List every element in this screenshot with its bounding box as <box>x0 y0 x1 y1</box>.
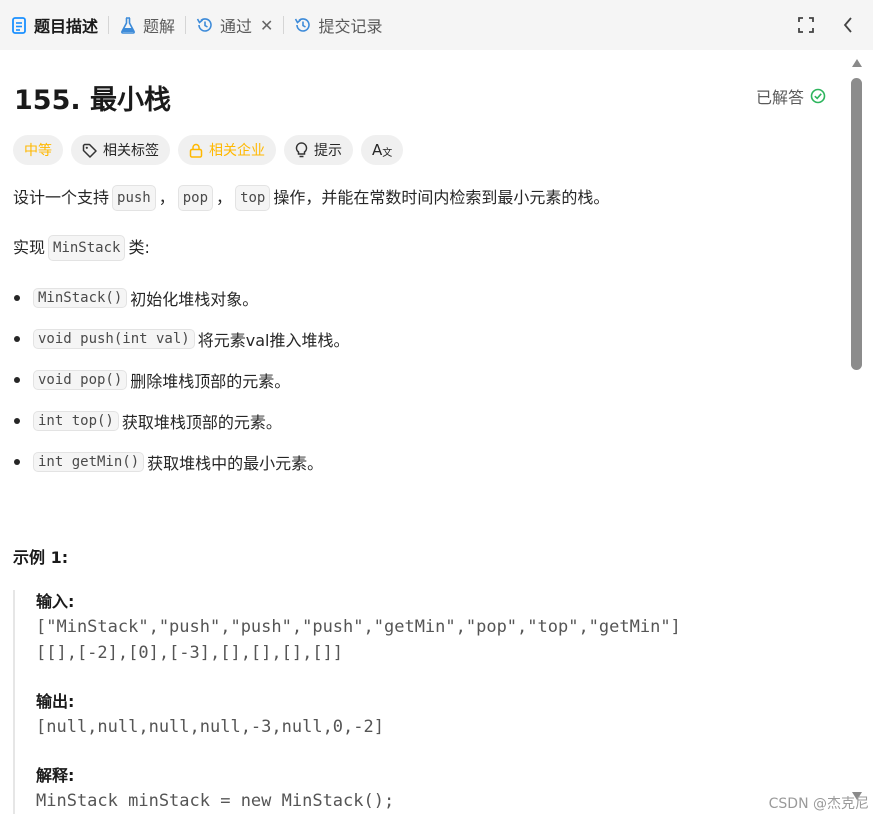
input-label: 输入: <box>36 592 75 611</box>
tab-solutions[interactable]: 题解 <box>109 0 185 50</box>
flask-icon <box>119 16 137 34</box>
tab-description-label: 题目描述 <box>34 17 99 36</box>
history-icon <box>196 16 214 34</box>
list-item: void push(int val) 将元素val推入堆栈。 <box>13 318 835 359</box>
tab-description[interactable]: 题目描述 <box>0 0 108 50</box>
translate-icon: A文 <box>372 141 393 159</box>
inline-code: push <box>112 185 156 211</box>
tab-accepted[interactable]: 通过 ✕ <box>186 0 283 50</box>
input-line: [[],[-2],[0],[-3],[],[],[],[]] <box>36 643 344 663</box>
fullscreen-icon[interactable] <box>795 14 817 36</box>
inline-code: int getMin() <box>33 451 145 472</box>
list-item: void pop() 删除堆栈顶部的元素。 <box>13 359 835 400</box>
scrollbar-thumb[interactable] <box>851 78 862 370</box>
solved-status: 已解答 <box>756 84 826 108</box>
output-label: 输出: <box>36 692 75 711</box>
collapse-left-icon[interactable] <box>837 14 859 36</box>
output-line: [null,null,null,null,-3,null,0,-2] <box>36 717 384 737</box>
lock-icon <box>189 143 203 158</box>
history-icon <box>294 16 312 34</box>
method-list: MinStack() 初始化堆栈对象。 void push(int val) 将元素… <box>13 277 835 482</box>
input-line: ["MinStack","push","push","push","getMin… <box>36 617 681 637</box>
bullet <box>14 458 20 465</box>
scroll-up-arrow-icon[interactable] <box>852 59 862 67</box>
inline-code: MinStack() <box>33 287 128 308</box>
inline-code: int top() <box>33 410 119 431</box>
list-item: int getMin() 获取堆栈中的最小元素。 <box>13 441 835 482</box>
explanation-label: 解释: <box>36 766 75 785</box>
solved-status-label: 已解答 <box>755 88 804 107</box>
bullet <box>14 335 20 342</box>
inline-code: void pop() <box>33 369 128 390</box>
bullet <box>14 376 20 383</box>
lightbulb-icon <box>295 142 308 158</box>
list-item: MinStack() 初始化堆栈对象。 <box>13 277 835 318</box>
close-icon[interactable]: ✕ <box>260 16 273 35</box>
problem-description-panel: 155. 最小栈 已解答 中等 相关标签 相关企业 提示 A 文 设计一个支持 … <box>0 50 848 819</box>
tabbar-actions <box>795 0 859 50</box>
example-title: 示例 1: <box>13 548 69 567</box>
watermark: CSDN @杰克尼 <box>768 796 869 812</box>
problem-title: 155. 最小栈 <box>14 85 172 116</box>
inline-code: pop <box>177 185 214 211</box>
list-item: int top() 获取堆栈顶部的元素。 <box>13 400 835 441</box>
bullet <box>14 294 20 301</box>
hint-label: 提示 <box>314 143 342 159</box>
related-companies-label: 相关企业 <box>209 143 265 159</box>
tab-bar: 题目描述 题解 通过 ✕ 提交记录 <box>0 0 873 50</box>
inline-code: top <box>235 185 271 211</box>
example-block: 输入: ["MinStack","push","push","push","ge… <box>13 590 835 814</box>
tab-submissions[interactable]: 提交记录 <box>284 0 392 50</box>
tab-submissions-label: 提交记录 <box>318 17 383 36</box>
tag-icon <box>82 143 97 158</box>
check-circle-icon <box>810 88 826 104</box>
inline-code: void push(int val) <box>33 328 195 349</box>
tab-solutions-label: 题解 <box>143 17 176 36</box>
related-tags-label: 相关标签 <box>103 143 159 159</box>
description-icon <box>10 16 28 34</box>
explanation-line: MinStack minStack = new MinStack(); <box>36 791 395 811</box>
description-paragraph-1: 设计一个支持 push ， pop ， top 操作，并能在常数时间内检索到最小… <box>13 185 835 211</box>
title-row: 155. 最小栈 已解答 <box>13 50 835 142</box>
tab-accepted-label: 通过 <box>220 17 253 36</box>
bullet <box>14 417 20 424</box>
inline-code: MinStack <box>48 235 126 261</box>
description-paragraph-2: 实现 MinStack 类: <box>13 235 835 261</box>
